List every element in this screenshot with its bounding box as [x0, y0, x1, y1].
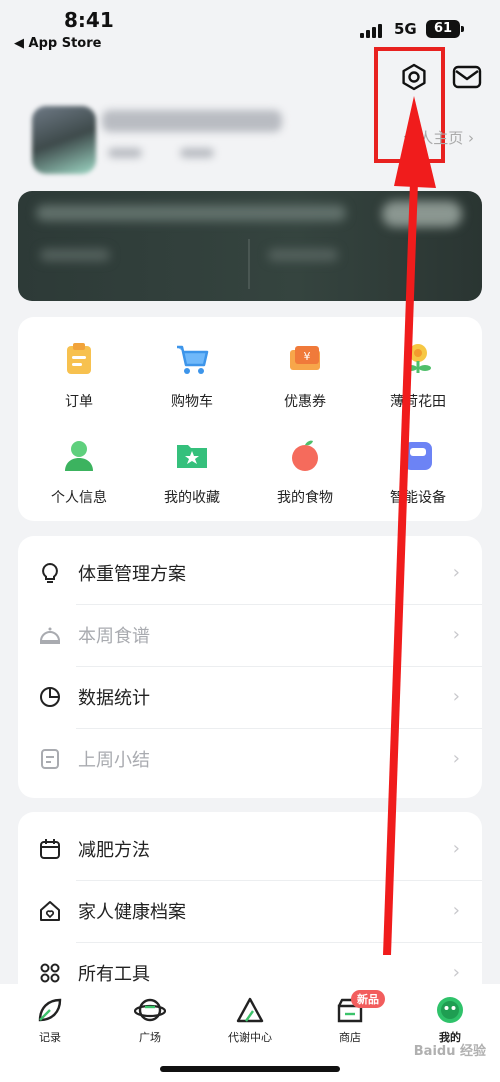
network-type: 5G [394, 20, 417, 38]
menu-item-family-health[interactable]: 家人健康档案 › [18, 880, 482, 942]
grid-item-mint-garden[interactable]: 薄荷花田 [368, 341, 468, 411]
grid-label: 智能设备 [390, 490, 446, 506]
svg-text:¥: ¥ [304, 350, 311, 363]
tab-label: 代谢中心 [228, 1031, 272, 1044]
grid-label: 优惠券 [284, 394, 326, 410]
grid-label: 个人信息 [51, 490, 107, 506]
signal-icon [360, 24, 386, 38]
coupon-icon: ¥ [287, 341, 323, 377]
grid-label: 订单 [65, 394, 93, 410]
tab-mine[interactable]: 我的 [400, 994, 500, 1045]
chevron-right-icon: › [452, 748, 460, 769]
quick-actions-card: 订单 购物车 ¥ 优惠券 薄荷花田 个人信息 我的收藏 我的食物 智能设备 [18, 317, 482, 521]
grid-label: 我的食物 [277, 490, 333, 506]
face-icon [434, 994, 466, 1026]
menu-item-last-week-summary[interactable]: 上周小结 › [18, 728, 482, 790]
chevron-right-icon: › [452, 686, 460, 707]
chevron-right-icon: › [452, 962, 460, 983]
menu-item-weekly-recipes[interactable]: 本周食谱 › [18, 604, 482, 666]
tab-metabolism[interactable]: 代谢中心 [200, 994, 300, 1045]
tab-label: 商店 [339, 1031, 361, 1044]
cart-icon [174, 341, 210, 377]
grid-label: 购物车 [171, 394, 213, 410]
tab-store[interactable]: 商店 [300, 994, 400, 1045]
grid-item-orders[interactable]: 订单 [29, 341, 129, 411]
menu-label: 减肥方法 [78, 840, 150, 861]
profile-header[interactable]: 个人主页 › [24, 102, 484, 182]
tab-label: 广场 [139, 1031, 161, 1044]
tab-record[interactable]: 记录 [0, 994, 100, 1045]
menu-item-weight-plan[interactable]: 体重管理方案 › [18, 542, 482, 604]
person-icon [61, 437, 97, 473]
flower-icon [400, 341, 436, 377]
folder-star-icon [174, 437, 210, 473]
house-heart-icon [38, 899, 62, 923]
apple-icon [287, 437, 323, 473]
profile-stat-blurred [108, 148, 142, 158]
menu-group-tools: 减肥方法 › 家人健康档案 › 所有工具 › [18, 812, 482, 1002]
note-icon [38, 747, 62, 771]
username-blurred [102, 110, 282, 132]
chevron-right-icon: › [452, 900, 460, 921]
menu-label: 体重管理方案 [78, 564, 186, 585]
grid-item-cart[interactable]: 购物车 [142, 341, 242, 411]
mail-icon[interactable] [450, 60, 484, 94]
menu-label: 上周小结 [78, 750, 150, 771]
menu-label: 数据统计 [78, 688, 150, 709]
menu-label: 本周食谱 [78, 626, 150, 647]
menu-label: 家人健康档案 [78, 902, 186, 923]
home-indicator [160, 1066, 340, 1072]
grid-item-favorites[interactable]: 我的收藏 [142, 437, 242, 507]
pie-chart-icon [38, 685, 62, 709]
battery-icon: 61 [426, 20, 464, 38]
planet-icon [133, 994, 167, 1026]
grid-label: 薄荷花田 [390, 394, 446, 410]
tab-square[interactable]: 广场 [100, 994, 200, 1045]
grid-item-smart-devices[interactable]: 智能设备 [368, 437, 468, 507]
grid-item-personal-info[interactable]: 个人信息 [29, 437, 129, 507]
chevron-right-icon: › [452, 838, 460, 859]
avatar[interactable] [32, 106, 96, 174]
cloche-icon [38, 623, 62, 647]
calendar-icon [38, 837, 62, 861]
homepage-link[interactable]: 个人主页 › [403, 127, 474, 148]
leaf-icon [34, 994, 66, 1026]
chevron-right-icon: › [452, 562, 460, 583]
back-to-app-store[interactable]: ◀ App Store [14, 36, 101, 51]
grid-icon [38, 961, 62, 985]
menu-item-statistics[interactable]: 数据统计 › [18, 666, 482, 728]
membership-card[interactable] [18, 191, 482, 301]
chevron-right-icon: › [452, 624, 460, 645]
menu-group-plans: 体重管理方案 › 本周食谱 › 数据统计 › 上周小结 › [18, 536, 482, 798]
bulb-icon [38, 561, 62, 585]
tab-label: 记录 [39, 1031, 61, 1044]
profile-stat-blurred [180, 148, 214, 158]
clipboard-icon [61, 341, 97, 377]
grid-item-coupons[interactable]: ¥ 优惠券 [255, 341, 355, 411]
triangle-icon [234, 994, 266, 1026]
grid-label: 我的收藏 [164, 490, 220, 506]
new-badge: 新品 [351, 990, 385, 1008]
menu-label: 所有工具 [78, 964, 150, 985]
scale-icon [400, 437, 436, 473]
grid-item-my-food[interactable]: 我的食物 [255, 437, 355, 507]
watermark: Baidu 经验 [413, 1044, 486, 1059]
status-time: 8:41 [64, 8, 114, 32]
menu-item-weight-loss-methods[interactable]: 减肥方法 › [18, 818, 482, 880]
